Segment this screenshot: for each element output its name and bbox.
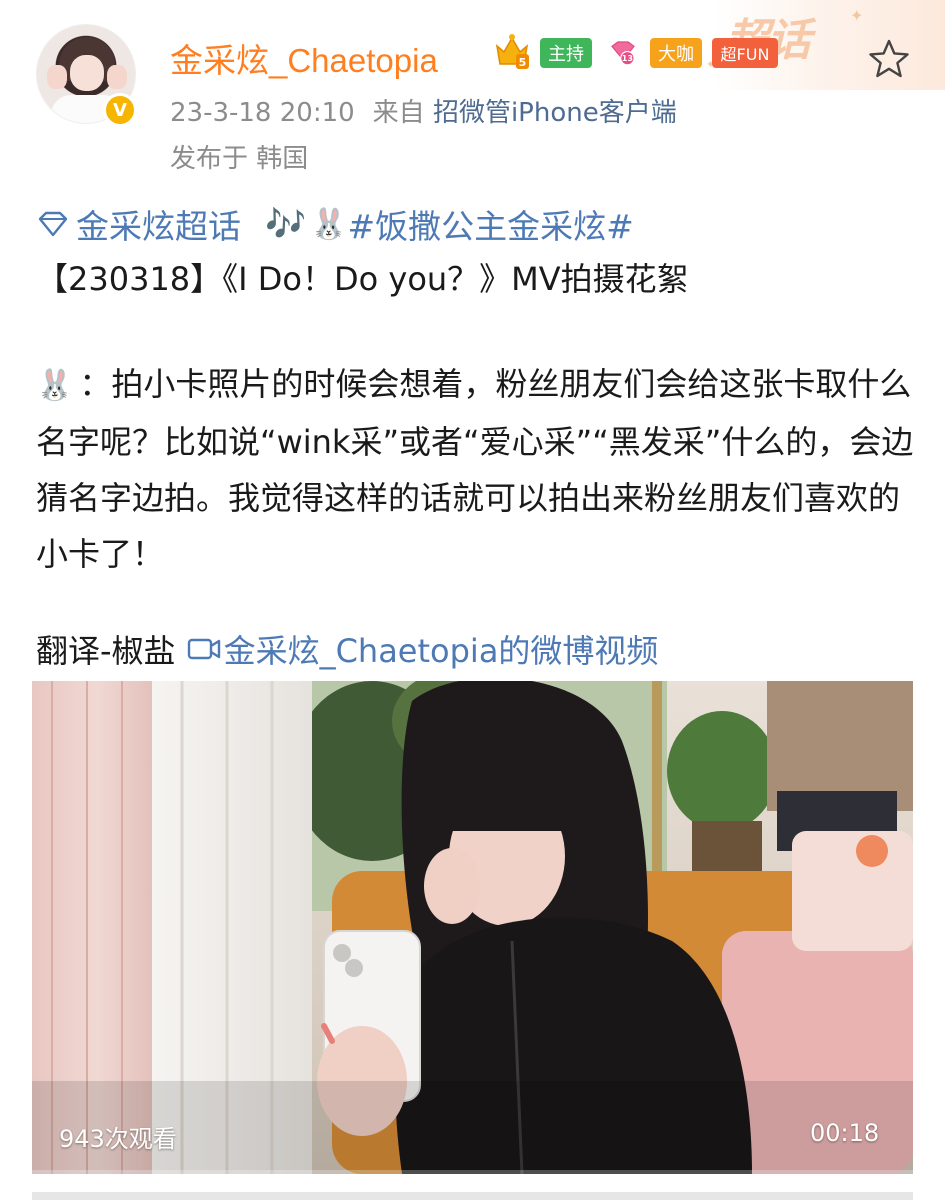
super-fun-badge[interactable]: 超FUN [712,38,778,68]
video-player[interactable]: 943次观看 00:18 [32,681,913,1174]
video-link-label[interactable]: 金采炫_Chaetopia的微博视频 [224,626,659,672]
bunny-emoji-icon: 🐰 [36,368,74,403]
video-link[interactable]: 金采炫_Chaetopia的微博视频 [176,626,659,672]
video-duration: 00:18 [810,1119,880,1147]
view-count: 943次观看 [59,1125,177,1153]
host-badge[interactable]: 主持 [540,38,592,68]
next-content-edge [32,1192,913,1200]
super-topic-diamond-icon [38,211,68,237]
translator-credit: 翻译-椒盐 [36,632,176,670]
post-location: 发布于 韩国 [170,144,309,174]
sparkle-icon: ✦ [850,6,864,25]
source-client-link[interactable]: 招微管iPhone客户端 [433,98,677,128]
video-camera-icon [187,638,220,660]
post-title: 【230318】《I Do！Do you？》MV拍摄花絮 [36,260,689,298]
translator-line: 翻译-椒盐 金采炫_Chaetopia的微博视频 [36,626,658,672]
vip-crown-icon: 5 [495,34,529,69]
fan-level-badge[interactable]: 13 [604,36,642,70]
post-timestamp: 23-3-18 20:10 [170,98,355,128]
verified-icon: V [103,93,137,127]
super-topic-link[interactable]: 金采炫超话 [76,200,241,248]
topic-line: 金采炫超话 🎶 🐰 #饭撒公主金采炫# [36,200,634,248]
svg-text:13: 13 [622,53,633,63]
post-body-text: ：拍小卡照片的时候会想着，粉丝朋友们会给这张卡取什么名字呢？比如说“wink采”… [36,365,914,573]
video-thumbnail [32,681,913,1174]
source-prefix: 来自 [372,98,425,128]
post-body: 🐰 ：拍小卡照片的时候会想着，粉丝朋友们会给这张卡取什么名字呢？比如说“wink采… [36,356,916,582]
video-progress-bar[interactable] [32,1170,913,1174]
big-star-badge[interactable]: 大咖 [650,38,702,68]
post-meta: 23-3-18 20:10 来自 招微管iPhone客户端 [170,92,677,129]
music-note-icon: 🎶 [265,204,307,243]
bunny-emoji-icon: 🐰 [310,206,348,242]
hashtag-link[interactable]: #饭撒公主金采炫# [347,200,633,248]
favorite-star-icon[interactable] [866,36,912,82]
svg-text:5: 5 [519,56,527,69]
username[interactable]: 金采炫_Chaetopia [170,34,438,82]
